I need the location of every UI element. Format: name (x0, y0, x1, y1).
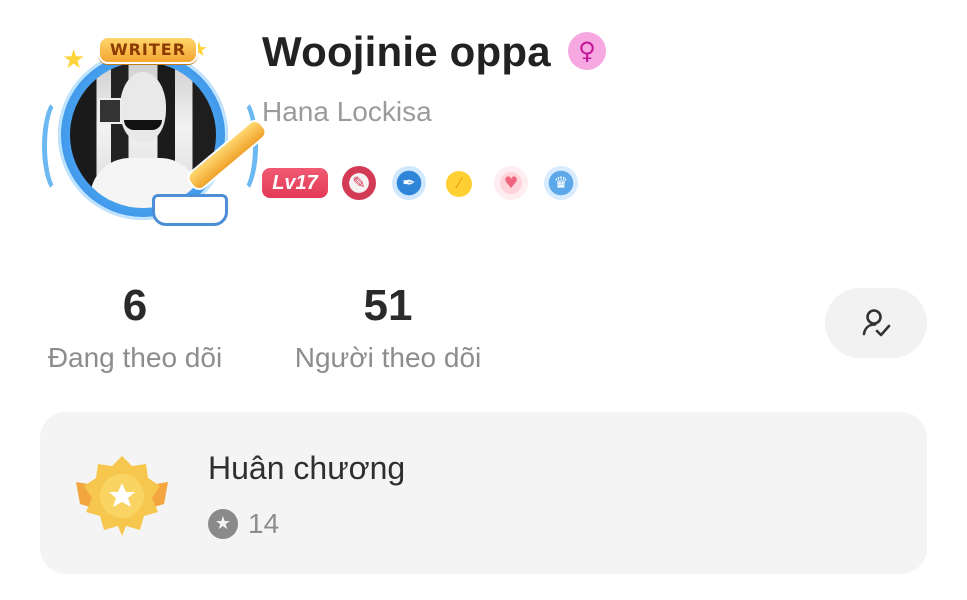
profile-page: ★ ★ WRITER Woojinie oppa ♀ Hana Lockisa … (0, 0, 967, 600)
following-label: Đang theo dõi (47, 342, 223, 373)
followers-count: 51 (363, 281, 413, 330)
medal-count: 14 (248, 508, 280, 539)
display-name: Woojinie oppa (262, 28, 551, 75)
medals-card[interactable]: Huân chương ★ 14 (40, 412, 927, 574)
pen-badge-icon[interactable]: ✒ (392, 166, 426, 200)
coin-badge-icon[interactable]: ⁄ (446, 171, 472, 197)
following-count: 6 (122, 281, 148, 330)
writer-banner: WRITER (98, 36, 198, 64)
bunny-badge-icon[interactable]: ✎ (342, 166, 376, 200)
medal-icon (76, 456, 168, 536)
user-check-icon (862, 309, 891, 337)
crown-badge-icon[interactable]: ♛ (544, 166, 578, 200)
followers-label: Người theo dõi (294, 342, 482, 373)
medals-title: Huân chương (208, 450, 406, 486)
level-badge[interactable]: Lv17 (262, 168, 328, 198)
following-status-button[interactable] (825, 288, 927, 358)
followers-stat[interactable]: 51 Người theo dõi (286, 284, 490, 374)
username: Hana Lockisa (262, 96, 432, 127)
female-gender-icon: ♀ (568, 32, 606, 70)
medal-count-row: ★ 14 (208, 508, 279, 540)
following-stat[interactable]: 6 Đang theo dõi (40, 284, 230, 374)
star-icon: ★ (62, 44, 86, 74)
heart-badge-icon[interactable]: ♥ (494, 166, 528, 200)
star-circle-icon: ★ (208, 509, 238, 539)
avatar[interactable]: ★ ★ WRITER (40, 36, 271, 236)
book-icon (152, 194, 228, 226)
